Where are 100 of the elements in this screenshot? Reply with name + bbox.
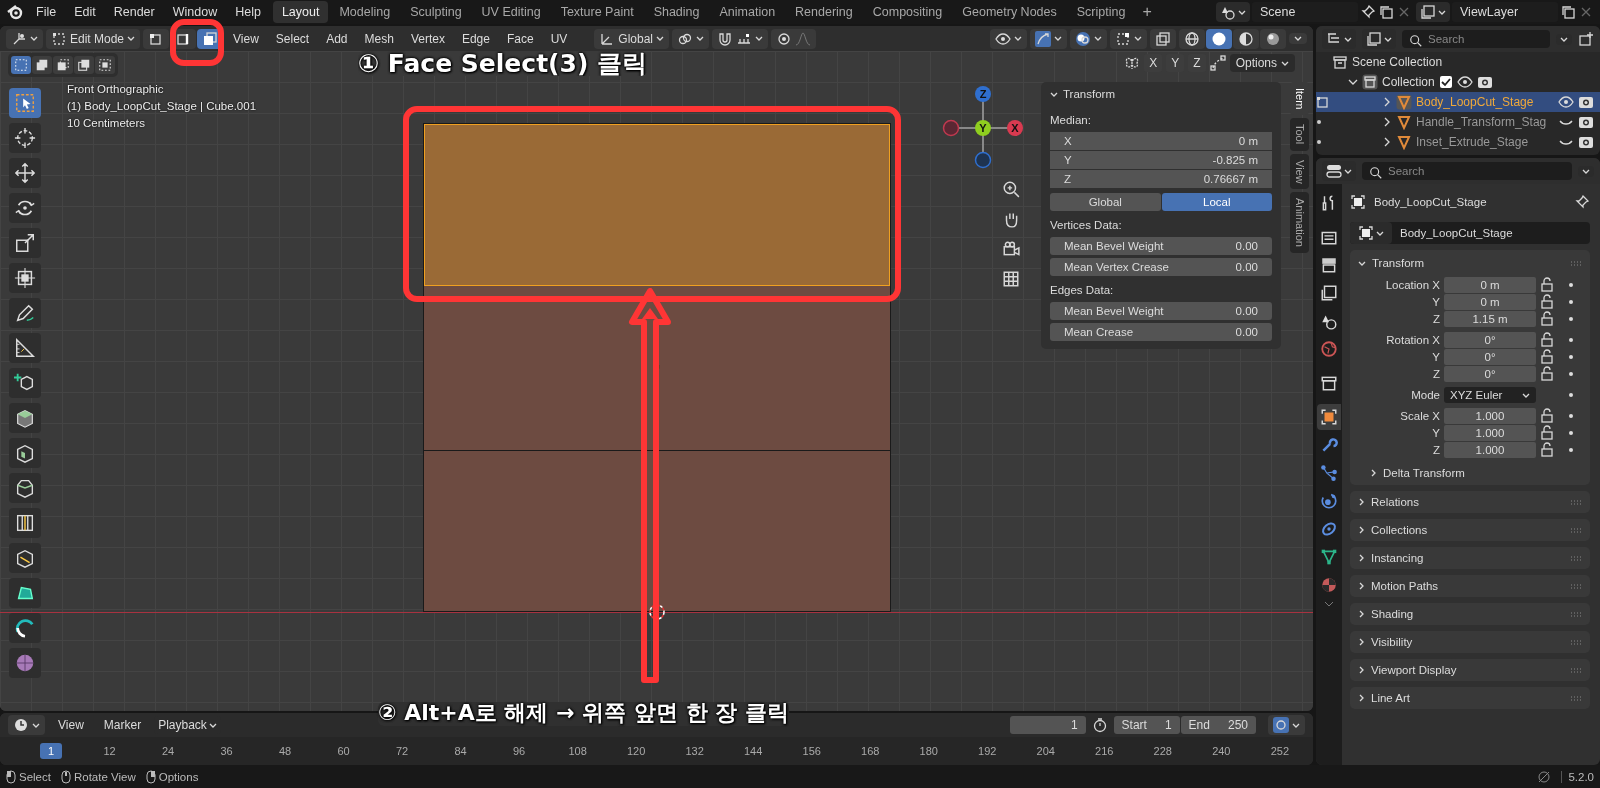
collapsed-panel[interactable]: Line Art xyxy=(1350,687,1590,709)
tool-button[interactable] xyxy=(9,438,41,468)
workspace-tab[interactable]: Modeling xyxy=(330,1,400,23)
sidebar-tab[interactable]: View xyxy=(1290,153,1309,190)
outliner-row[interactable]: Scene Collection xyxy=(1316,52,1600,72)
keying-button[interactable] xyxy=(1268,715,1305,735)
panel-title[interactable]: Transform xyxy=(1372,257,1424,269)
workspace-tab[interactable]: Rendering xyxy=(786,1,862,23)
keyframe-dot[interactable] xyxy=(1569,338,1573,342)
panel-title[interactable]: Transform xyxy=(1063,88,1115,100)
number-field[interactable]: X 0 m xyxy=(1050,132,1272,150)
menu-item[interactable]: Edit xyxy=(66,2,104,22)
selector-button[interactable] xyxy=(1216,2,1250,22)
gizmo-button[interactable] xyxy=(1030,28,1067,49)
box-mode-button[interactable] xyxy=(95,56,115,74)
collapsed-panel[interactable]: Instancing xyxy=(1350,547,1590,569)
shading-mode-button[interactable] xyxy=(1260,28,1286,49)
mode-dropdown[interactable]: XYZ Euler xyxy=(1444,387,1536,403)
tool-button[interactable] xyxy=(9,193,41,223)
visibility-button[interactable] xyxy=(990,28,1027,49)
outliner-row[interactable]: Body_LoopCut_Stage xyxy=(1316,92,1600,112)
menu-item[interactable]: Face xyxy=(499,29,541,48)
sidebar-tab[interactable]: Tool xyxy=(1290,118,1309,151)
mesh-edit-overlay-button[interactable] xyxy=(1110,28,1147,49)
menu-item[interactable]: Marker xyxy=(96,716,149,734)
proportional-edit-button[interactable] xyxy=(771,28,816,49)
orientation-dropdown[interactable]: Global xyxy=(594,28,669,49)
selector-button[interactable] xyxy=(1416,2,1450,22)
collapsed-panel[interactable]: Motion Paths xyxy=(1350,575,1590,597)
number-field[interactable]: 1.000 xyxy=(1444,425,1536,441)
toggle-button[interactable]: Local xyxy=(1161,193,1272,211)
options-dropdown[interactable]: Options xyxy=(1229,54,1295,72)
menu-item[interactable]: Select xyxy=(268,29,317,48)
collapsed-panel[interactable]: Viewport Display xyxy=(1350,659,1590,681)
tool-button[interactable] xyxy=(9,578,41,608)
overlay-button[interactable] xyxy=(1070,28,1107,49)
menu-item[interactable]: Add xyxy=(319,29,355,48)
menu-item[interactable]: Help xyxy=(227,2,269,22)
box-mode-button[interactable] xyxy=(32,56,52,74)
tool-button[interactable] xyxy=(9,473,41,503)
search-field[interactable]: Search xyxy=(1402,30,1550,48)
editor-type-button[interactable] xyxy=(6,28,43,49)
tool-button[interactable] xyxy=(9,263,41,293)
keyframe-dot[interactable] xyxy=(1569,448,1573,452)
shading-options-button[interactable] xyxy=(1289,33,1307,44)
number-field[interactable]: 1.000 xyxy=(1444,442,1536,458)
number-field[interactable]: Mean Vertex Crease 0.00 xyxy=(1050,258,1272,276)
collapsed-panel[interactable]: Shading xyxy=(1350,603,1590,625)
number-field[interactable]: 0° xyxy=(1444,349,1536,365)
menu-item[interactable]: Render xyxy=(105,2,163,22)
collapsed-panel[interactable]: Collections xyxy=(1350,519,1590,541)
box-mode-button[interactable] xyxy=(53,56,73,74)
view-layer-field[interactable]: ViewLayer xyxy=(1452,2,1558,22)
scene-field[interactable]: Scene xyxy=(1252,2,1358,22)
name-field[interactable]: Body_LoopCut_Stage xyxy=(1350,222,1590,244)
menu-item[interactable]: Vertex xyxy=(403,29,452,48)
number-field[interactable]: Z 0.76667 m xyxy=(1050,170,1272,188)
menu-item[interactable]: File xyxy=(28,2,65,22)
workspace-tab[interactable]: Sculpting xyxy=(401,1,471,23)
editor-type-button[interactable] xyxy=(8,715,45,735)
keyframe-dot[interactable] xyxy=(1569,393,1573,397)
end-frame-field[interactable]: End 250 xyxy=(1180,716,1256,734)
menu-item[interactable]: Mesh xyxy=(357,29,401,48)
sidebar-tab[interactable]: Animation xyxy=(1290,192,1309,254)
tool-button[interactable] xyxy=(9,298,41,328)
pivot-button[interactable] xyxy=(672,28,709,49)
number-field[interactable]: 0 m xyxy=(1444,294,1536,310)
workspace-tab[interactable]: Animation xyxy=(710,1,785,23)
frame-field[interactable]: 1 xyxy=(1009,716,1086,734)
collapsed-panel[interactable]: Relations xyxy=(1350,491,1590,513)
number-field[interactable]: Y -0.825 m xyxy=(1050,151,1272,169)
number-field[interactable]: 1.15 m xyxy=(1444,311,1536,327)
workspace-tab[interactable]: Texture Paint xyxy=(551,1,643,23)
tool-button[interactable] xyxy=(9,403,41,433)
tool-button[interactable] xyxy=(9,123,41,153)
workspace-tab[interactable]: UV Editing xyxy=(472,1,550,23)
shading-mode-button[interactable] xyxy=(1233,28,1259,49)
tool-button[interactable] xyxy=(9,508,41,538)
workspace-tab[interactable]: Scripting xyxy=(1067,1,1135,23)
outliner-row[interactable]: Collection xyxy=(1316,72,1600,92)
start-frame-field[interactable]: Start 1 xyxy=(1113,716,1180,734)
xray-button[interactable] xyxy=(1150,28,1176,49)
number-field[interactable]: 1.000 xyxy=(1444,408,1536,424)
outliner-row[interactable]: Inset_Extrude_Stage xyxy=(1316,132,1600,152)
menu-item[interactable]: UV xyxy=(543,29,575,48)
keyframe-dot[interactable] xyxy=(1569,300,1573,304)
number-field[interactable]: 0° xyxy=(1444,366,1536,382)
tool-button[interactable] xyxy=(9,228,41,258)
tool-button[interactable] xyxy=(9,158,41,188)
workspace-tab[interactable]: Geometry Nodes xyxy=(953,1,1066,23)
keyframe-dot[interactable] xyxy=(1569,372,1573,376)
menu-item[interactable]: View xyxy=(226,29,266,48)
mode-dropdown[interactable]: Edit Mode xyxy=(46,28,141,49)
number-field[interactable]: 0 m xyxy=(1444,277,1536,293)
menu-item[interactable]: Window xyxy=(164,2,226,22)
select-mode-button[interactable] xyxy=(143,28,170,49)
keyframe-dot[interactable] xyxy=(1569,414,1573,418)
add-workspace-button[interactable]: + xyxy=(1136,3,1158,21)
menu-item[interactable]: Edge xyxy=(454,29,497,48)
tool-button[interactable] xyxy=(9,543,41,573)
